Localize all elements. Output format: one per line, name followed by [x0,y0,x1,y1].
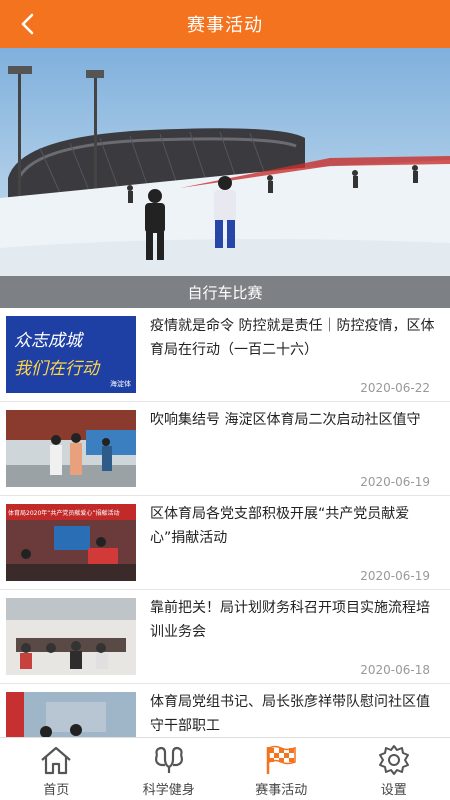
list-item[interactable]: 靠前把关！局计划财务科召开项目实施流程培训业务会 2020-06-18 [0,590,450,684]
tab-events[interactable]: 赛事活动 [225,738,338,800]
article-date: 2020-06-18 [360,663,430,677]
app-header: 赛事活动 [0,0,450,48]
tab-home[interactable]: 首页 [0,738,113,800]
tab-label: 赛事活动 [255,783,308,798]
checkered-flag-icon [267,745,296,774]
home-icon [41,746,71,775]
tab-label: 首页 [43,783,70,798]
banner-image [0,48,450,308]
thumb-text-line1: 众志成城 [14,331,85,351]
hero-banner[interactable]: 自行车比赛 [0,48,450,308]
article-date: 2020-06-19 [360,475,430,489]
gear-icon [378,745,409,775]
tab-label: 设置 [380,783,407,798]
article-thumbnail: 众志成城 我们在行动 海淀体 [6,316,136,393]
chevron-left-icon [21,13,34,35]
banner-caption: 自行车比赛 [0,276,450,308]
article-title: 疫情就是命令 防控就是责任｜防控疫情，区体育局在行动（一百二十六） [150,318,435,358]
list-item[interactable]: 众志成城 我们在行动 海淀体 疫情就是命令 防控就是责任｜防控疫情，区体育局在行… [0,308,450,402]
list-item[interactable]: 体育局党组书记、局长张彦祥带队慰问社区值守干部职工 [0,684,450,738]
article-thumbnail: 体育局2020年“共产党员献爱心”捐献活动 [6,504,136,581]
bottom-tab-bar: 首页 科学健身 赛事活动 设置 [0,737,450,800]
back-button[interactable] [14,10,42,38]
thumb-banner-text: 体育局2020年“共产党员献爱心”捐献活动 [8,509,120,517]
article-date: 2020-06-22 [360,381,430,395]
list-item[interactable]: 体育局2020年“共产党员献爱心”捐献活动 区体育局各党支部积极开展“共产党员献… [0,496,450,590]
article-thumbnail [6,598,136,675]
article-title: 体育局党组书记、局长张彦祥带队慰问社区值守干部职工 [150,694,430,734]
article-title: 吹响集结号 海淀区体育局二次启动社区值守 [150,412,421,428]
article-title: 靠前把关！局计划财务科召开项目实施流程培训业务会 [150,600,430,640]
article-thumbnail [6,692,136,738]
tab-label: 科学健身 [142,783,195,798]
thumb-text-line2: 我们在行动 [14,359,101,379]
fitness-icon [154,746,183,773]
tab-settings[interactable]: 设置 [338,738,450,800]
tab-fitness[interactable]: 科学健身 [113,738,226,800]
article-thumbnail [6,410,136,487]
article-list: 众志成城 我们在行动 海淀体 疫情就是命令 防控就是责任｜防控疫情，区体育局在行… [0,308,450,738]
page-title: 赛事活动 [187,15,263,36]
article-date: 2020-06-19 [360,569,430,583]
article-title: 区体育局各党支部积极开展“共产党员献爱心”捐献活动 [150,506,410,546]
list-item[interactable]: 吹响集结号 海淀区体育局二次启动社区值守 2020-06-19 [0,402,450,496]
thumb-text-tag: 海淀体 [110,379,131,388]
